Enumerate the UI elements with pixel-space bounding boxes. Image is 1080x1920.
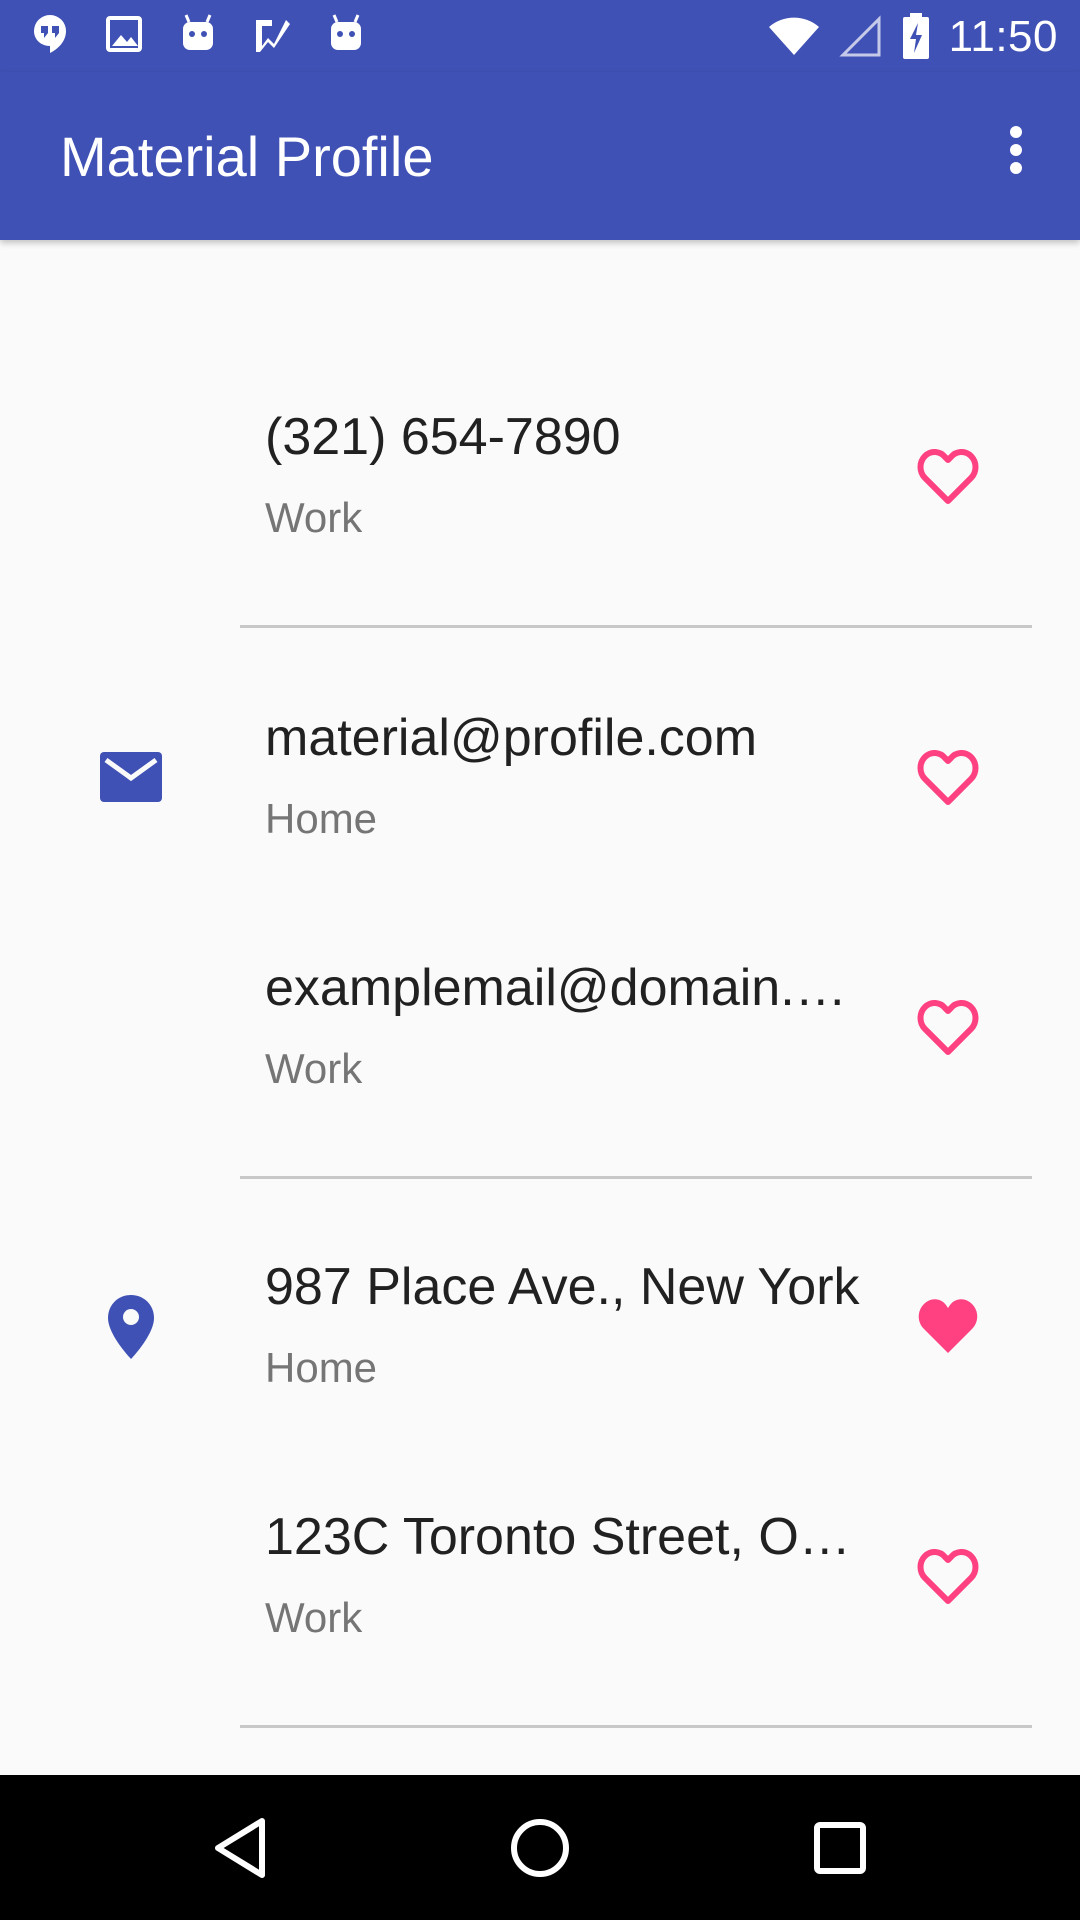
list-item[interactable]: examplemail@domain.com Work xyxy=(0,956,1080,1156)
app-bar: Material Profile xyxy=(0,72,1080,240)
recents-icon[interactable] xyxy=(805,1813,875,1883)
address-line: 123C Toronto Street, Ontario xyxy=(265,1508,865,1566)
list-item[interactable]: 987 Place Ave., New York Home xyxy=(0,1255,1080,1455)
navigation-bar xyxy=(0,1775,1080,1920)
wifi-icon xyxy=(768,17,819,55)
page-title: Material Profile xyxy=(60,125,434,188)
divider xyxy=(240,625,1032,628)
address-label: Home xyxy=(265,1344,378,1391)
list-item[interactable]: 123C Toronto Street, Ontario Work xyxy=(0,1505,1080,1705)
more-vert-icon[interactable] xyxy=(980,110,1052,190)
list-item[interactable]: (321) 654-7890 Work xyxy=(0,405,1080,605)
contact-list: (321) 654-7890 Work material@profile.com… xyxy=(0,240,1080,1775)
favorite-outline-icon[interactable] xyxy=(916,998,980,1058)
email-address: material@profile.com xyxy=(265,709,758,767)
android-icon xyxy=(331,14,361,50)
favorite-outline-icon[interactable] xyxy=(916,447,980,507)
image-icon xyxy=(106,16,142,52)
clock: 11:50 xyxy=(948,12,1058,61)
home-icon[interactable] xyxy=(505,1813,575,1883)
phone-label: Work xyxy=(265,494,363,541)
phone-number: (321) 654-7890 xyxy=(265,408,621,466)
signal-icon xyxy=(839,15,881,57)
hangouts-icon xyxy=(34,15,66,53)
task-icon xyxy=(256,20,290,52)
address-label: Work xyxy=(265,1594,363,1641)
notification-icons xyxy=(30,12,366,56)
system-icons: 11:50 xyxy=(767,12,1058,62)
favorite-outline-icon[interactable] xyxy=(916,748,980,808)
divider xyxy=(240,1176,1032,1179)
favorite-filled-icon[interactable] xyxy=(916,1297,980,1357)
favorite-outline-icon[interactable] xyxy=(916,1547,980,1607)
android-icon xyxy=(183,14,213,50)
address-line: 987 Place Ave., New York xyxy=(265,1258,860,1316)
divider xyxy=(240,1725,1032,1728)
status-bar: 11:50 xyxy=(0,0,1080,72)
email-label: Work xyxy=(265,1045,363,1092)
email-label: Home xyxy=(265,795,378,842)
back-icon[interactable] xyxy=(206,1813,276,1883)
battery-charging-icon xyxy=(902,13,929,59)
email-address: examplemail@domain.com xyxy=(265,959,865,1017)
list-item[interactable]: material@profile.com Home xyxy=(0,706,1080,906)
